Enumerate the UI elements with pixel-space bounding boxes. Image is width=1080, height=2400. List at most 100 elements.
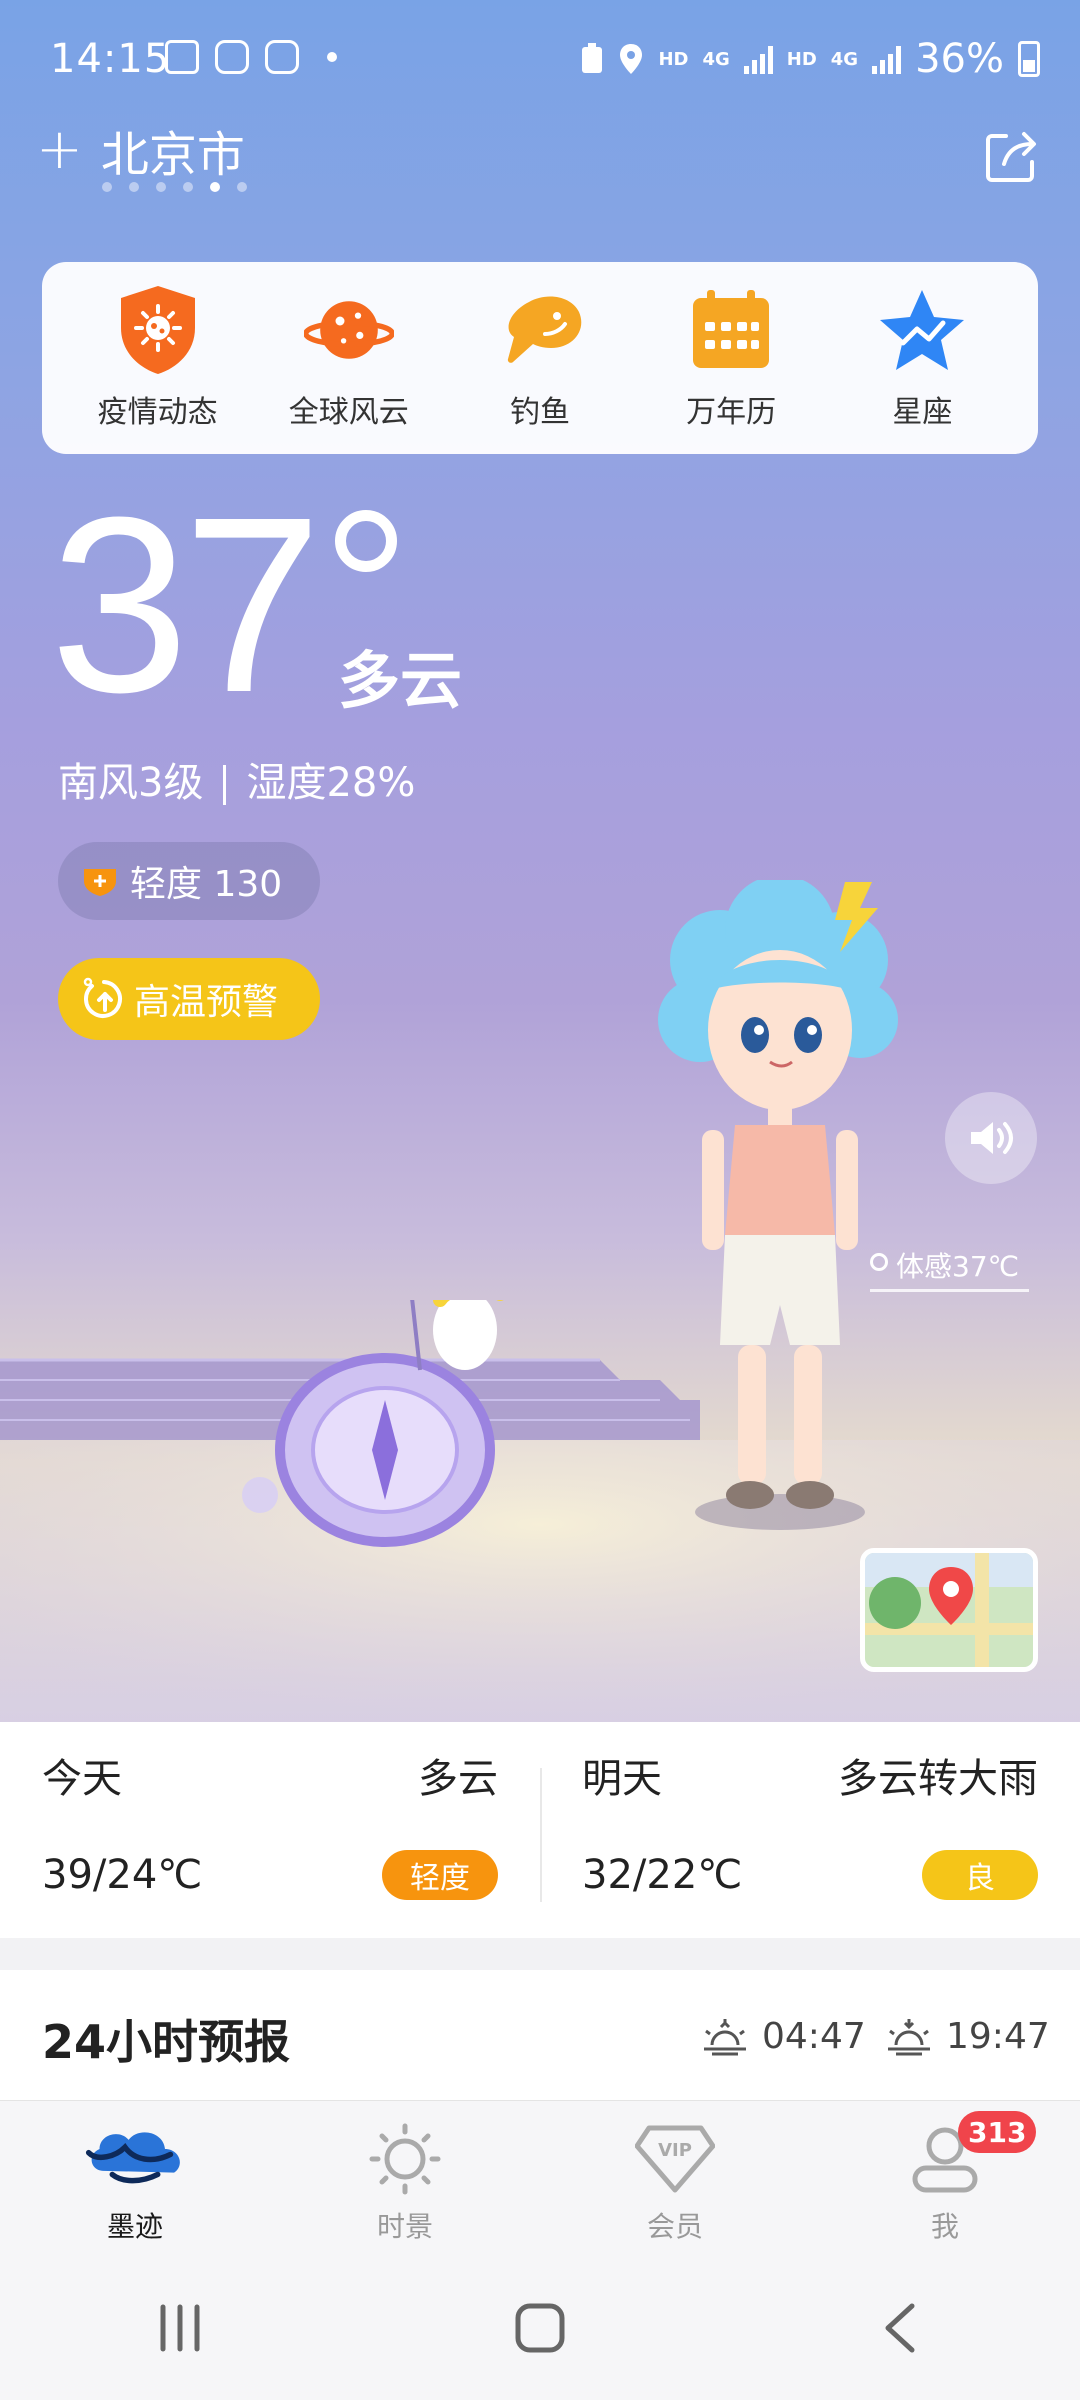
day-temperature: 39/24℃ xyxy=(42,1852,203,1898)
aqi-text: 轻度 130 xyxy=(130,864,283,905)
shortcut-label: 钓鱼 xyxy=(509,395,570,430)
signal-icon-2 xyxy=(872,44,902,74)
page-dot xyxy=(129,182,139,192)
network-hd-label-2: HD xyxy=(786,48,817,70)
status-time: 14:15 xyxy=(50,36,171,82)
city-page-indicator xyxy=(102,182,247,192)
sunrise-time: 04:47 xyxy=(762,2016,866,2057)
aqi-shield-icon xyxy=(84,869,116,896)
sound-button[interactable] xyxy=(945,1092,1037,1184)
day-name: 今天 xyxy=(42,1756,122,1802)
aqi-badge: 良 xyxy=(922,1850,1038,1900)
sunrise: 04:47 xyxy=(700,2016,866,2057)
humidity-text: 湿度28% xyxy=(246,760,416,806)
tab-me[interactable]: 我 313 xyxy=(810,2101,1080,2255)
recent-apps-icon xyxy=(160,2304,200,2351)
sunset-time: 19:47 xyxy=(946,2016,1050,2057)
shortcut-calendar[interactable]: 万年历 xyxy=(646,285,816,431)
recent-apps-button[interactable] xyxy=(120,2278,240,2378)
page-dot xyxy=(156,182,166,192)
degree-symbol xyxy=(335,510,397,572)
shortcut-label: 万年历 xyxy=(686,395,777,430)
shortcut-bar: 疫情动态 全球风云 钓鱼 万年历 星座 xyxy=(42,262,1038,454)
shortcut-fishing[interactable]: 钓鱼 xyxy=(455,285,625,431)
page-dot xyxy=(183,182,193,192)
current-condition: 多云 xyxy=(338,644,463,717)
heat-alert-pill[interactable]: 高温预警 xyxy=(58,958,320,1040)
calendar-icon xyxy=(686,285,776,375)
heat-alert-icon xyxy=(83,977,122,1018)
forecast-today[interactable]: 今天 多云 39/24℃ 轻度 xyxy=(0,1722,540,1938)
tab-vip[interactable]: VIP 会员 xyxy=(540,2101,810,2255)
back-button[interactable] xyxy=(840,2278,960,2378)
wind-text: 南风3级 xyxy=(58,760,204,806)
tab-label: 会员 xyxy=(646,2210,703,2243)
page-dot xyxy=(102,182,112,192)
page-dot-active xyxy=(210,182,220,192)
sunset: 19:47 xyxy=(884,2016,1050,2057)
location-icon xyxy=(620,44,643,74)
more-notifications-icon xyxy=(327,52,337,62)
battery-saver-icon xyxy=(582,43,603,73)
add-city-button[interactable]: + xyxy=(36,122,83,178)
sunset-icon xyxy=(888,2018,930,2055)
wind-humidity-line: 南风3级 湿度28% xyxy=(58,750,415,808)
signal-icon xyxy=(743,44,773,74)
shortcut-label: 星座 xyxy=(892,395,953,430)
network-4g-label: 4G xyxy=(702,48,730,70)
network-hd-label: HD xyxy=(658,48,689,70)
shortcut-global-weather[interactable]: 全球风云 xyxy=(264,285,434,431)
sunrise-icon xyxy=(704,2018,746,2055)
fish-icon xyxy=(495,285,585,375)
aqi-badge: 轻度 xyxy=(382,1850,498,1900)
bottom-tab-bar: 墨迹 时景 VIP 会员 我 313 xyxy=(0,2100,1080,2255)
weather-map-button[interactable] xyxy=(860,1548,1038,1672)
day-temperature: 32/22℃ xyxy=(582,1852,743,1898)
home-button[interactable] xyxy=(480,2278,600,2378)
hourly-forecast-header: 24小时预报 04:47 19:47 xyxy=(0,1970,1080,2100)
tab-label: 墨迹 xyxy=(106,2210,163,2243)
planet-icon xyxy=(303,285,394,375)
shortcut-horoscope[interactable]: 星座 xyxy=(837,285,1007,431)
city-header[interactable]: + 北京市 xyxy=(36,115,245,185)
feels-like-label: 体感37℃ xyxy=(870,1245,1030,1292)
system-nav-bar xyxy=(0,2255,1080,2400)
current-temperature: 37 xyxy=(50,465,322,744)
network-4g-label-2: 4G xyxy=(830,48,859,70)
weather-hero: 14:15 HD 4G HD 4G 36% + 北京市 疫情动态 全球风云 钓鱼… xyxy=(0,0,1080,1722)
air-quality-pill[interactable]: 轻度 130 xyxy=(58,842,320,920)
battery-icon xyxy=(1018,41,1040,77)
svg-text:VIP: VIP xyxy=(658,2140,692,2161)
shortcut-label: 全球风云 xyxy=(288,395,409,430)
share-icon[interactable] xyxy=(984,126,1040,184)
star-icon xyxy=(877,285,967,375)
daily-forecast: 今天 多云 39/24℃ 轻度 明天 多云转大雨 32/22℃ 良 xyxy=(0,1722,1080,1938)
back-icon xyxy=(885,2303,915,2352)
app-notification-icon-2 xyxy=(265,40,299,74)
app-notification-icon xyxy=(215,40,249,74)
home-icon xyxy=(515,2303,565,2352)
tab-moji[interactable]: 墨迹 xyxy=(0,2101,270,2255)
alert-text: 高温预警 xyxy=(134,982,279,1023)
shortcut-label: 疫情动态 xyxy=(97,395,218,430)
city-name[interactable]: 北京市 xyxy=(101,115,245,185)
status-bar: 14:15 HD 4G HD 4G 36% xyxy=(0,0,1080,120)
page-dot xyxy=(237,182,247,192)
avatar-character[interactable] xyxy=(640,880,900,1530)
tab-label: 我 xyxy=(930,2210,959,2243)
hourly-title: 24小时预报 xyxy=(42,2015,291,2069)
day-condition: 多云转大雨 xyxy=(838,1756,1038,1802)
epidemic-shield-icon xyxy=(113,285,203,375)
day-name: 明天 xyxy=(582,1756,662,1802)
speaker-icon xyxy=(971,1122,1013,1154)
sun-outline-icon xyxy=(355,2119,455,2199)
moji-cloud-icon xyxy=(85,2119,185,2199)
gallery-notification-icon xyxy=(165,40,199,74)
tab-label: 时景 xyxy=(376,2210,433,2243)
tab-scenery[interactable]: 时景 xyxy=(270,2101,540,2255)
divider xyxy=(223,765,227,805)
vip-icon: VIP xyxy=(625,2119,725,2199)
battery-percent: 36% xyxy=(915,36,1004,82)
forecast-tomorrow[interactable]: 明天 多云转大雨 32/22℃ 良 xyxy=(540,1722,1080,1938)
shortcut-epidemic[interactable]: 疫情动态 xyxy=(73,285,243,431)
